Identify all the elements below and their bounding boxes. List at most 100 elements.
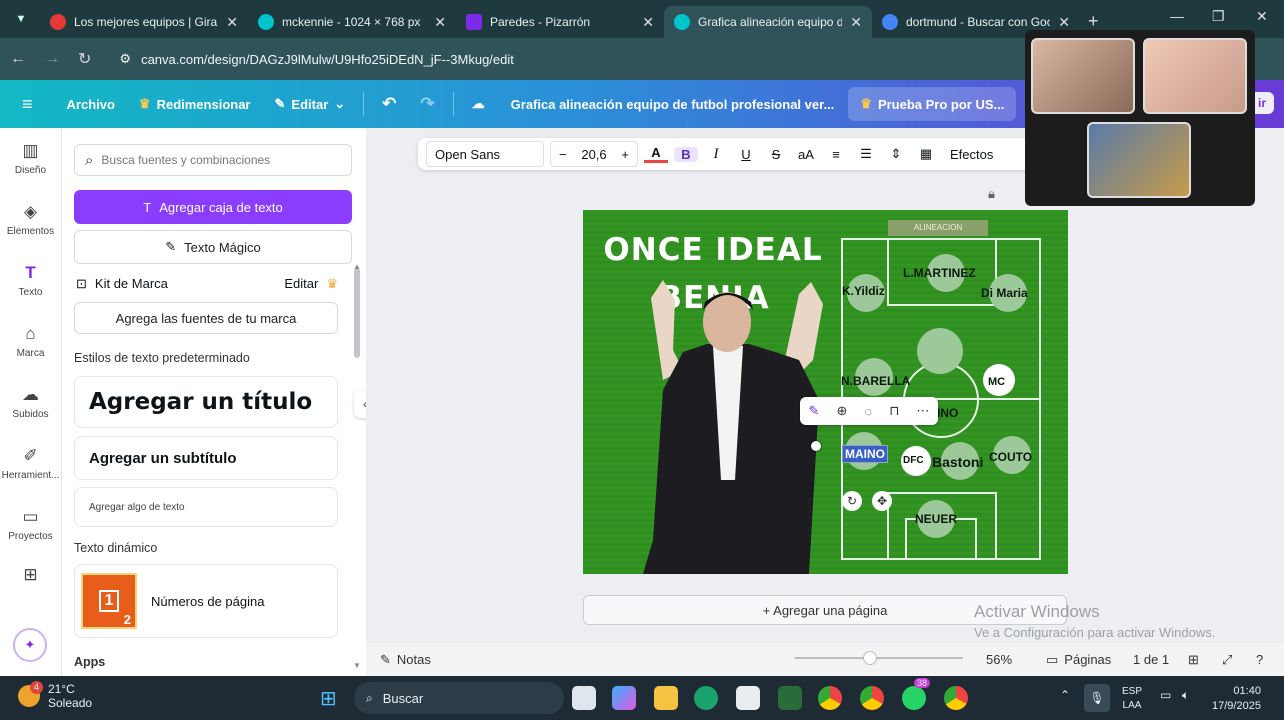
player-name-martinez[interactable]: L.MARTINEZ — [903, 266, 976, 280]
canvas-title-line-1[interactable]: ONCE IDEAL — [603, 232, 823, 268]
browser-tab-active[interactable]: Grafica alineación equipo de ✕ — [664, 6, 872, 38]
panel-scrollbar[interactable] — [354, 268, 360, 358]
language-indicator[interactable]: ESP LAA — [1122, 685, 1142, 713]
video-tile[interactable] — [1031, 38, 1135, 114]
edge-icon[interactable] — [694, 686, 718, 710]
url-field[interactable]: ⚙ canva.com/design/DAGzJ9lMulw/U9Hfo25iD… — [109, 44, 989, 74]
brand-kit-edit-button[interactable]: Editar ♛ — [284, 276, 338, 292]
show-hidden-icons[interactable]: ⌃ — [1060, 688, 1070, 702]
whatsapp-icon[interactable]: 38 — [902, 678, 931, 710]
undo-icon[interactable]: ↶ — [370, 87, 408, 121]
close-tab-icon[interactable]: ✕ — [850, 14, 862, 31]
rail-item-text[interactable]: T Texto — [0, 250, 61, 311]
transparency-icon[interactable]: ▦ — [914, 146, 938, 162]
magic-edit-icon[interactable]: ✎ — [809, 403, 820, 419]
volume-icon[interactable]: 🔈︎ — [1182, 688, 1189, 703]
design-canvas[interactable]: ONCE IDEAL BENJA ALINEACION L.MARTINEZ K… — [583, 210, 1068, 574]
add-title-card[interactable]: Agregar un título — [74, 376, 338, 428]
chrome-icon[interactable] — [818, 686, 842, 710]
rail-item-uploads[interactable]: ☁ Subidos — [0, 372, 61, 433]
browser-tab[interactable]: Los mejores equipos | Gira la ✕ — [40, 6, 248, 38]
scroll-down-icon[interactable]: ▼ — [353, 661, 361, 670]
lock-icon[interactable]: ⊓ — [889, 403, 899, 419]
effects-button[interactable]: Efectos — [950, 147, 993, 162]
help-icon[interactable]: ? — [1256, 652, 1263, 667]
font-size-stepper[interactable]: − 20,6 + — [550, 141, 638, 167]
text-color-icon[interactable]: A — [644, 145, 668, 163]
player-name-ino[interactable]: INO — [937, 406, 958, 420]
alineacion-label[interactable]: ALINEACION — [888, 220, 988, 236]
scroll-up-icon[interactable]: ▲ — [353, 262, 361, 271]
try-pro-button[interactable]: ♛ Prueba Pro por US... — [848, 87, 1017, 121]
back-icon[interactable]: ← — [10, 50, 26, 68]
forward-icon[interactable]: → — [44, 50, 60, 68]
copilot-icon[interactable] — [612, 686, 636, 710]
close-tab-icon[interactable]: ✕ — [226, 14, 238, 31]
more-options-icon[interactable]: ⋯ — [916, 403, 929, 419]
app-icon[interactable] — [778, 686, 802, 710]
player-name-neuer[interactable]: NEUER — [915, 512, 957, 526]
add-body-card[interactable]: Agregar algo de texto — [74, 487, 338, 527]
comment-icon[interactable]: ◌ — [864, 404, 872, 419]
minimize-icon[interactable]: — — [1170, 8, 1184, 24]
restore-icon[interactable]: ❐ — [1212, 8, 1225, 25]
player-marker[interactable] — [917, 328, 963, 374]
link-icon[interactable]: ⊕ — [836, 403, 847, 419]
chrome-icon[interactable] — [944, 686, 968, 710]
add-brand-fonts-button[interactable]: Agrega las fuentes de tu marca — [74, 302, 338, 334]
zoom-slider-knob[interactable] — [863, 651, 877, 665]
player-name-bastoni[interactable]: Bastoni — [932, 454, 983, 470]
zoom-value[interactable]: 56% — [986, 652, 1012, 667]
grid-view-icon[interactable]: ⊞ — [1188, 652, 1199, 668]
resize-button[interactable]: ♛ Redimensionar — [127, 87, 263, 121]
main-menu-icon[interactable]: ≡ — [0, 87, 55, 121]
rail-item-projects[interactable]: ▭ Proyectos — [0, 494, 61, 555]
new-tab-icon[interactable]: + — [1088, 11, 1099, 32]
decrease-size-button[interactable]: − — [559, 147, 567, 162]
rail-item-design[interactable]: ▥ Diseño — [0, 128, 61, 189]
rail-item-brand[interactable]: ⌂ Marca — [0, 311, 61, 372]
player-name-maino[interactable]: MAINO — [842, 445, 888, 463]
strikethrough-button[interactable]: S — [764, 147, 788, 162]
clock[interactable]: 01:40 17/9/2025 — [1212, 684, 1261, 714]
letter-case-button[interactable]: aA — [794, 147, 818, 162]
network-icon[interactable]: ▭ — [1160, 688, 1171, 702]
notes-button[interactable]: ✎ Notas — [380, 652, 431, 668]
taskbar-search[interactable]: ⌕ Buscar — [354, 682, 564, 714]
microphone-icon[interactable]: 🎙︎ — [1084, 684, 1110, 712]
site-info-icon[interactable]: ⚙ — [119, 51, 131, 67]
font-search-input[interactable]: ⌕ Busca fuentes y combinaciones — [74, 144, 352, 176]
task-view-icon[interactable] — [572, 686, 596, 710]
close-tab-icon[interactable]: ✕ — [434, 14, 446, 31]
add-textbox-button[interactable]: T Agregar caja de texto — [74, 190, 352, 224]
rail-item-tools[interactable]: ✐ Herramient... — [0, 433, 61, 494]
browser-tab[interactable]: Paredes - Pizarrón ✕ — [456, 6, 664, 38]
italic-button[interactable]: I — [704, 146, 728, 163]
rail-item-elements[interactable]: ◈ Elementos — [0, 189, 61, 250]
player-name-barella[interactable]: N.BARELLA — [841, 374, 910, 388]
coach-photo[interactable] — [623, 280, 833, 574]
spacing-icon[interactable]: ⇕ — [884, 146, 908, 162]
player-name-couto[interactable]: COUTO — [989, 450, 1032, 464]
close-tab-icon[interactable]: ✕ — [1058, 14, 1070, 31]
tab-search-chevron-icon[interactable]: ▼ — [6, 4, 36, 34]
list-icon[interactable]: ☰ — [854, 146, 878, 162]
pages-button[interactable]: ▭ Páginas — [1046, 652, 1111, 668]
chrome-icon[interactable] — [860, 686, 884, 710]
align-center-icon[interactable]: ≡ — [824, 147, 848, 162]
add-subtitle-card[interactable]: Agregar un subtítulo — [74, 436, 338, 480]
file-explorer-icon[interactable] — [654, 686, 678, 710]
zoom-slider-track[interactable] — [795, 657, 963, 659]
redo-icon[interactable]: ↷ — [408, 87, 446, 121]
rail-item-apps[interactable]: ⊞ — [0, 555, 61, 595]
rotate-handle-icon[interactable]: ↻ — [842, 491, 862, 511]
increase-size-button[interactable]: + — [621, 147, 629, 162]
archivo-button[interactable]: Archivo — [55, 87, 127, 121]
document-title[interactable]: Grafica alineación equipo de futbol prof… — [497, 97, 849, 112]
bold-button[interactable]: B — [674, 146, 698, 162]
resize-handle[interactable] — [811, 441, 821, 451]
font-size-value[interactable]: 20,6 — [581, 147, 606, 162]
font-family-select[interactable]: Open Sans — [426, 141, 544, 167]
player-name-mc[interactable]: MC — [988, 376, 1005, 388]
magic-text-button[interactable]: ✎ Texto Mágico — [74, 230, 352, 264]
